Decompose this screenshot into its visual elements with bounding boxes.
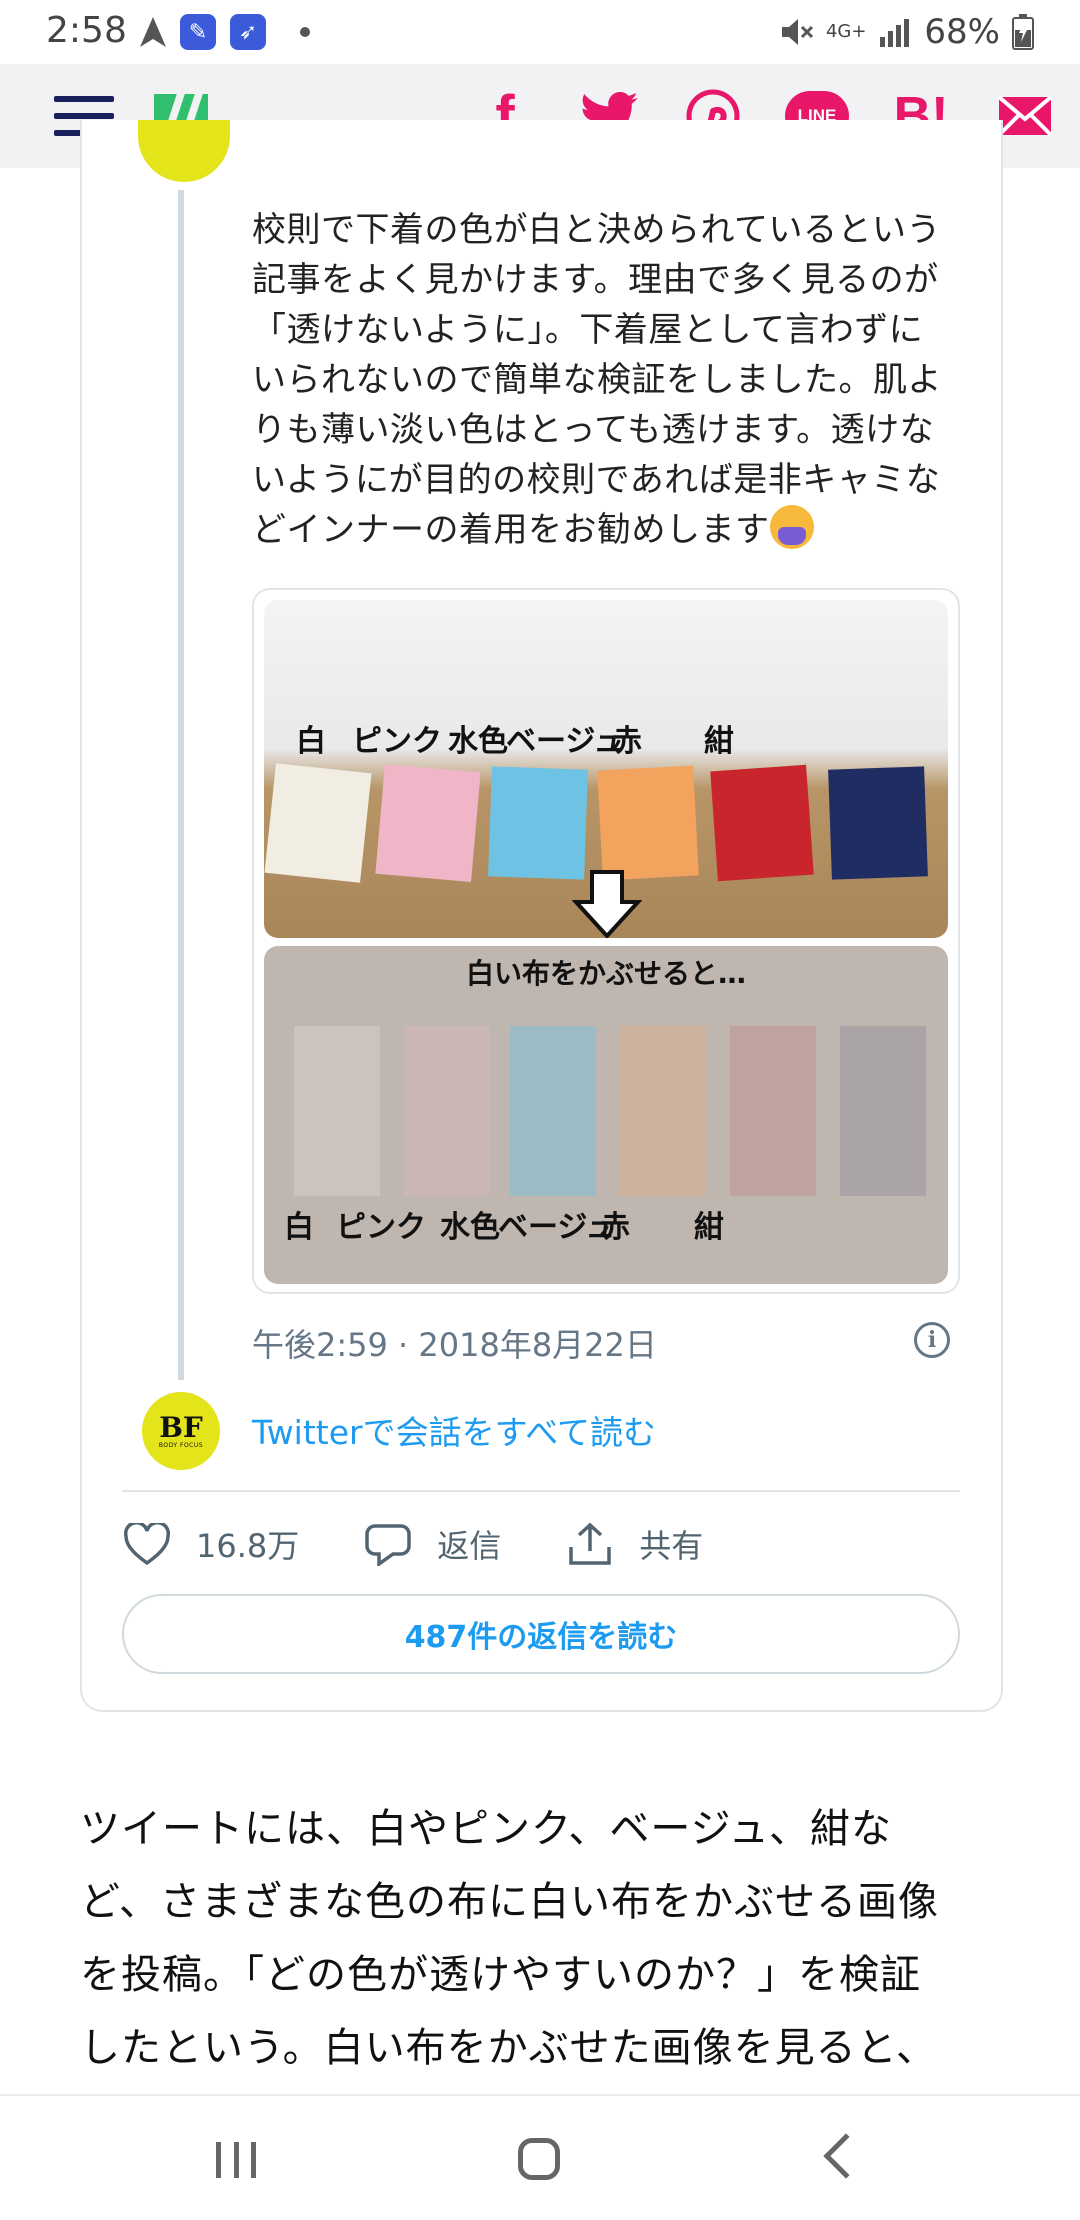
tweet-text-content: 校則で下着の色が白と決められているという 記事をよく見かけます。理由で多く見るの… — [252, 210, 942, 550]
photo-before: 白 ピンク 水色 ベージュ 赤 紺 — [264, 600, 948, 938]
faint-swatch-red — [730, 1026, 816, 1196]
swatch-red — [710, 764, 814, 882]
photo-label-white: 白 — [296, 724, 326, 759]
photo-label-pink: ピンク — [352, 724, 442, 759]
read-replies-button[interactable]: 487件の返信を読む — [122, 1594, 960, 1674]
faint-swatch-navy — [840, 1026, 926, 1196]
photo-label-lightblue: 水色 — [448, 724, 508, 759]
more-notifications-icon — [300, 27, 310, 37]
heart-icon — [124, 1523, 170, 1565]
person-bowing-emoji-icon — [769, 505, 814, 549]
faint-swatch-pink — [404, 1026, 490, 1196]
signal-icon — [880, 19, 910, 47]
navigation-bar — [0, 2094, 1080, 2220]
photo-top-labels: 白 ピンク 水色 ベージュ 赤 紺 — [264, 716, 948, 760]
thread-line — [178, 190, 184, 1380]
photo-label-navy-after: 紺 — [694, 1210, 724, 1245]
reply-button[interactable]: 返信 — [365, 1521, 501, 1567]
share-upload-icon — [569, 1522, 612, 1565]
photo-label-pink-after: ピンク — [336, 1210, 426, 1245]
network-type: 4G+ — [825, 21, 867, 42]
mail-icon — [997, 95, 1053, 137]
status-bar: 2:58 ✎ ➶ 4G+ 68% — [0, 0, 1080, 64]
battery-charging-icon — [1012, 14, 1034, 50]
tweet-timestamp[interactable]: 午後2:59 · 2018年8月22日 — [252, 1320, 657, 1366]
photo-label-red: 赤 — [612, 724, 642, 759]
rocket-app-icon: ➶ — [230, 14, 266, 50]
navigation-arrow-icon — [140, 17, 166, 47]
photo-caption: 白い布をかぶせると… — [465, 957, 746, 990]
system-status-icons: 4G+ 68% — [780, 12, 1034, 52]
photo-label-beige-after: ベージュ — [498, 1210, 616, 1245]
photo-label-navy: 紺 — [704, 724, 734, 759]
swatch-beige — [597, 765, 699, 881]
info-icon[interactable]: i — [914, 1322, 950, 1358]
photo-label-beige: ベージュ — [506, 724, 624, 759]
recent-apps-icon[interactable] — [216, 2142, 256, 2178]
home-icon[interactable] — [518, 2138, 560, 2180]
reply-bubble-icon — [365, 1524, 412, 1566]
author-avatar[interactable]: BF BODY FOCUS — [142, 1392, 220, 1470]
cleaner-app-icon: ✎ — [180, 14, 216, 50]
faint-swatch-lightblue — [510, 1026, 596, 1196]
back-icon[interactable] — [823, 2133, 869, 2179]
swatch-pink — [375, 764, 481, 882]
photo-bottom-labels: 白 ピンク 水色 ベージュ 赤 紺 — [264, 1202, 948, 1246]
read-conversation-link[interactable]: Twitterで会話をすべて読む — [252, 1406, 656, 1454]
faint-swatch-white — [294, 1026, 380, 1196]
faint-swatch-beige — [620, 1026, 706, 1196]
tweet-text: 校則で下着の色が白と決められているという 記事をよく見かけます。理由で多く見るの… — [252, 205, 972, 555]
swatch-white — [264, 763, 372, 883]
status-time: 2:58 — [46, 10, 127, 51]
photo-label-white-after: 白 — [284, 1210, 314, 1245]
avatar-subtitle: BODY FOCUS — [158, 1441, 204, 1449]
like-button[interactable]: 16.8万 — [124, 1521, 299, 1567]
swatch-lightblue — [488, 766, 588, 880]
photo-label-red-after: 赤 — [600, 1210, 630, 1245]
tweet-actions: 16.8万 返信 共有 — [124, 1516, 769, 1572]
share-label: 共有 — [639, 1527, 704, 1565]
article-paragraph: ツイートには、白やピンク、ベージュ、紺な ど、さまざまな色の布に白い布をかぶせる… — [80, 1806, 939, 2071]
battery-percent: 68% — [924, 12, 1000, 52]
reply-label: 返信 — [437, 1527, 502, 1565]
swatch-navy — [828, 766, 928, 880]
mute-icon — [781, 19, 813, 45]
notification-icons: ✎ ➶ — [140, 14, 310, 50]
share-button[interactable]: 共有 — [567, 1521, 703, 1567]
avatar-letters: BF — [159, 1410, 203, 1444]
divider — [122, 1490, 960, 1492]
photo-after: 白い布をかぶせると… 白 ピンク 水色 ベージュ 赤 紺 — [264, 946, 948, 1284]
down-arrow-icon — [572, 870, 642, 938]
tweet-photo[interactable]: 白 ピンク 水色 ベージュ 赤 紺 白い布をかぶせると… 白 ピンク 水色 ベー… — [252, 588, 960, 1294]
photo-label-lightblue-after: 水色 — [440, 1210, 500, 1245]
like-count: 16.8万 — [196, 1527, 300, 1565]
